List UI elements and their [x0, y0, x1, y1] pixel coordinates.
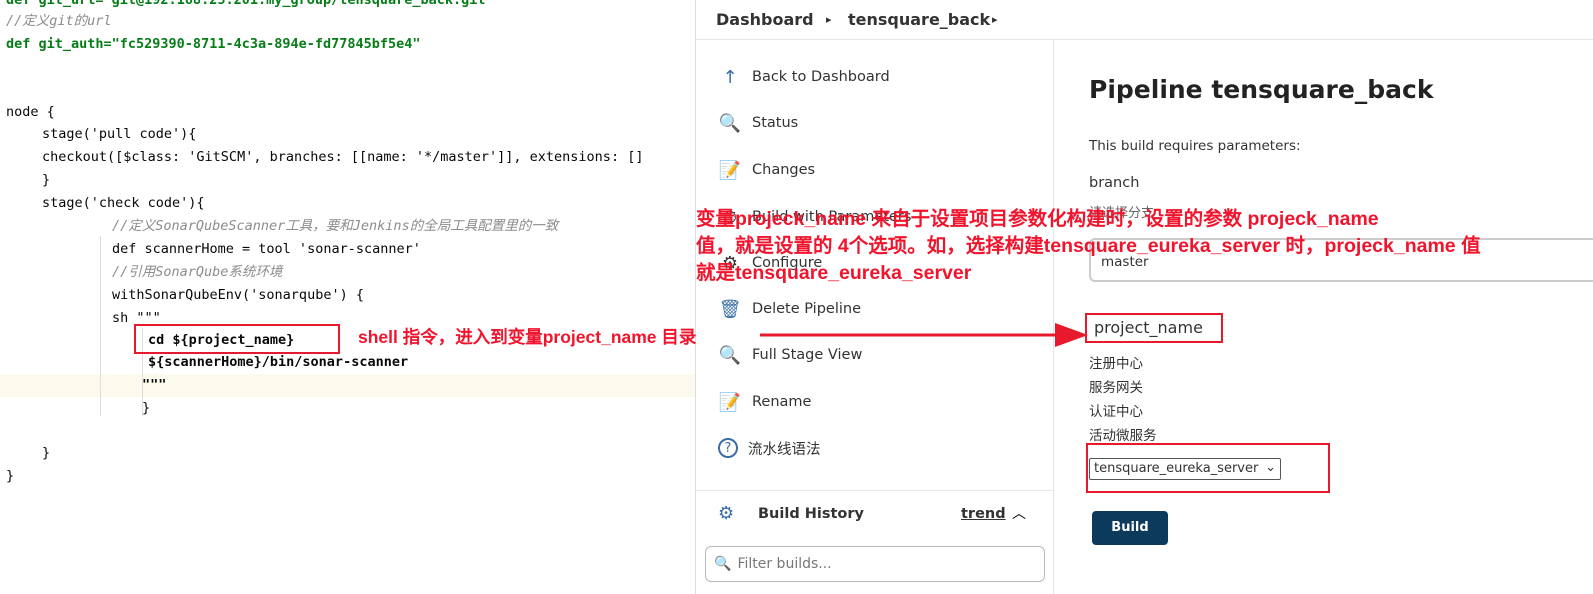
highlight-box [1086, 443, 1330, 493]
code-editor[interactable]: def git_url= git@192.168.25.201:my_group… [0, 0, 695, 594]
breadcrumb: Dashboard ▸ tensquare_back ▸ [696, 0, 1593, 40]
code-line: withSonarQubeEnv('sonarqube') { [112, 287, 364, 303]
filter-placeholder: Filter builds... [737, 556, 832, 572]
option-text: 认证中心 [1089, 404, 1143, 420]
annotation-line: 变量projeck_name 来自于设置项目参数化构建时，设置的参数 proje… [696, 208, 1379, 230]
sidebar-item-back[interactable]: ↑ Back to Dashboard [718, 62, 890, 92]
sidebar-item-label: Changes [752, 162, 816, 178]
breadcrumb-dashboard[interactable]: Dashboard [716, 10, 814, 29]
search-icon: 🔍 [714, 556, 732, 572]
option-text: 注册中心 [1089, 356, 1143, 372]
sidebar-item-changes[interactable]: 📝 Changes [718, 155, 815, 185]
arrow-icon [760, 323, 1088, 347]
chevron-right-icon[interactable]: ▸ [826, 13, 832, 26]
code-line: } [142, 400, 151, 416]
annotation-line: 值，就是设置的 4个选项。如，选择构建tensquare_eureka_serv… [696, 235, 1481, 257]
build-history-title: Build History [758, 506, 864, 522]
chevron-right-icon[interactable]: ▸ [992, 13, 998, 26]
code-line: } [42, 172, 51, 188]
param-branch-label: branch [1089, 175, 1140, 191]
annotation-top: 变量projeck_name 来自于设置项目参数化构建时，设置的参数 proje… [696, 206, 1481, 287]
page-title: Pipeline tensquare_back [1089, 75, 1434, 104]
notepad-icon: 📝 [718, 159, 742, 181]
code-line: def git_auth="fc529390-8711-4c3a-894e-fd… [6, 36, 421, 52]
code-line: stage('pull code'){ [42, 126, 197, 142]
notepad-icon: 📝 [718, 391, 742, 413]
sidebar-item-rename[interactable]: 📝 Rename [718, 387, 812, 417]
indent-guide [100, 236, 101, 416]
jenkins-panel: Dashboard ▸ tensquare_back ▸ ↑ Back to Da… [695, 0, 1593, 594]
highlight-box [134, 324, 340, 354]
code-line: stage('check code'){ [42, 195, 205, 211]
highlight-box [1085, 313, 1223, 343]
code-line: checkout([$class: 'GitSCM', branches: [[… [42, 149, 644, 165]
sidebar-item-pipeline-syntax[interactable]: ? 流水线语法 [718, 433, 821, 463]
question-icon: ? [718, 438, 738, 458]
annotation-shell: shell 指令，进入到变量project_name 目录 [358, 327, 697, 347]
magnifier-icon: 🔍 [718, 344, 742, 366]
sidebar-item-status[interactable]: 🔍 Status [718, 108, 798, 138]
sidebar-item-label: Delete Pipeline [752, 301, 861, 317]
filter-builds-input[interactable]: 🔍 Filter builds... [705, 546, 1045, 582]
trash-icon: 🗑 [718, 298, 742, 320]
annotation-line: 就是tensquare_eureka_server [696, 262, 972, 284]
build-history-icon: ⚙ [718, 503, 735, 524]
option-text: 服务网关 [1089, 380, 1143, 396]
code-line: } [42, 445, 51, 461]
code-line: //引用SonarQube系统环境 [112, 264, 283, 280]
code-line: //定义SonarQubeScanner工具，要和Jenkins的全局工具配置里… [112, 218, 559, 234]
code-line: ${scannerHome}/bin/sonar-scanner [148, 354, 409, 370]
arrow-up-icon: ↑ [722, 66, 738, 88]
sidebar: ↑ Back to Dashboard 🔍 Status 📝 Changes ⏱ Bui… [696, 40, 1054, 594]
project-name-options: 注册中心 服务网关 认证中心 活动微服务 [1089, 352, 1157, 448]
code-line: """ [142, 377, 167, 393]
sidebar-item-label: Rename [752, 394, 812, 410]
chevron-up-icon[interactable]: ︿ [1012, 503, 1026, 523]
breadcrumb-job[interactable]: tensquare_back [848, 10, 990, 29]
requires-text: This build requires parameters: [1089, 138, 1301, 154]
sidebar-item-label: Back to Dashboard [752, 69, 890, 85]
build-button[interactable]: Build [1092, 511, 1168, 545]
code-line: } [6, 468, 15, 484]
magnifier-icon: 🔍 [718, 112, 742, 134]
code-line: node { [6, 104, 55, 120]
trend-link[interactable]: trend [961, 506, 1006, 522]
code-line: //定义git的url [6, 13, 112, 29]
code-line: def scannerHome = tool 'sonar-scanner' [112, 241, 421, 257]
current-line-highlight [0, 374, 695, 397]
sidebar-item-label: 流水线语法 [748, 441, 821, 458]
build-history-header: ⚙ Build History trend ︿ [696, 490, 1053, 536]
sidebar-item-label: Status [752, 115, 799, 131]
